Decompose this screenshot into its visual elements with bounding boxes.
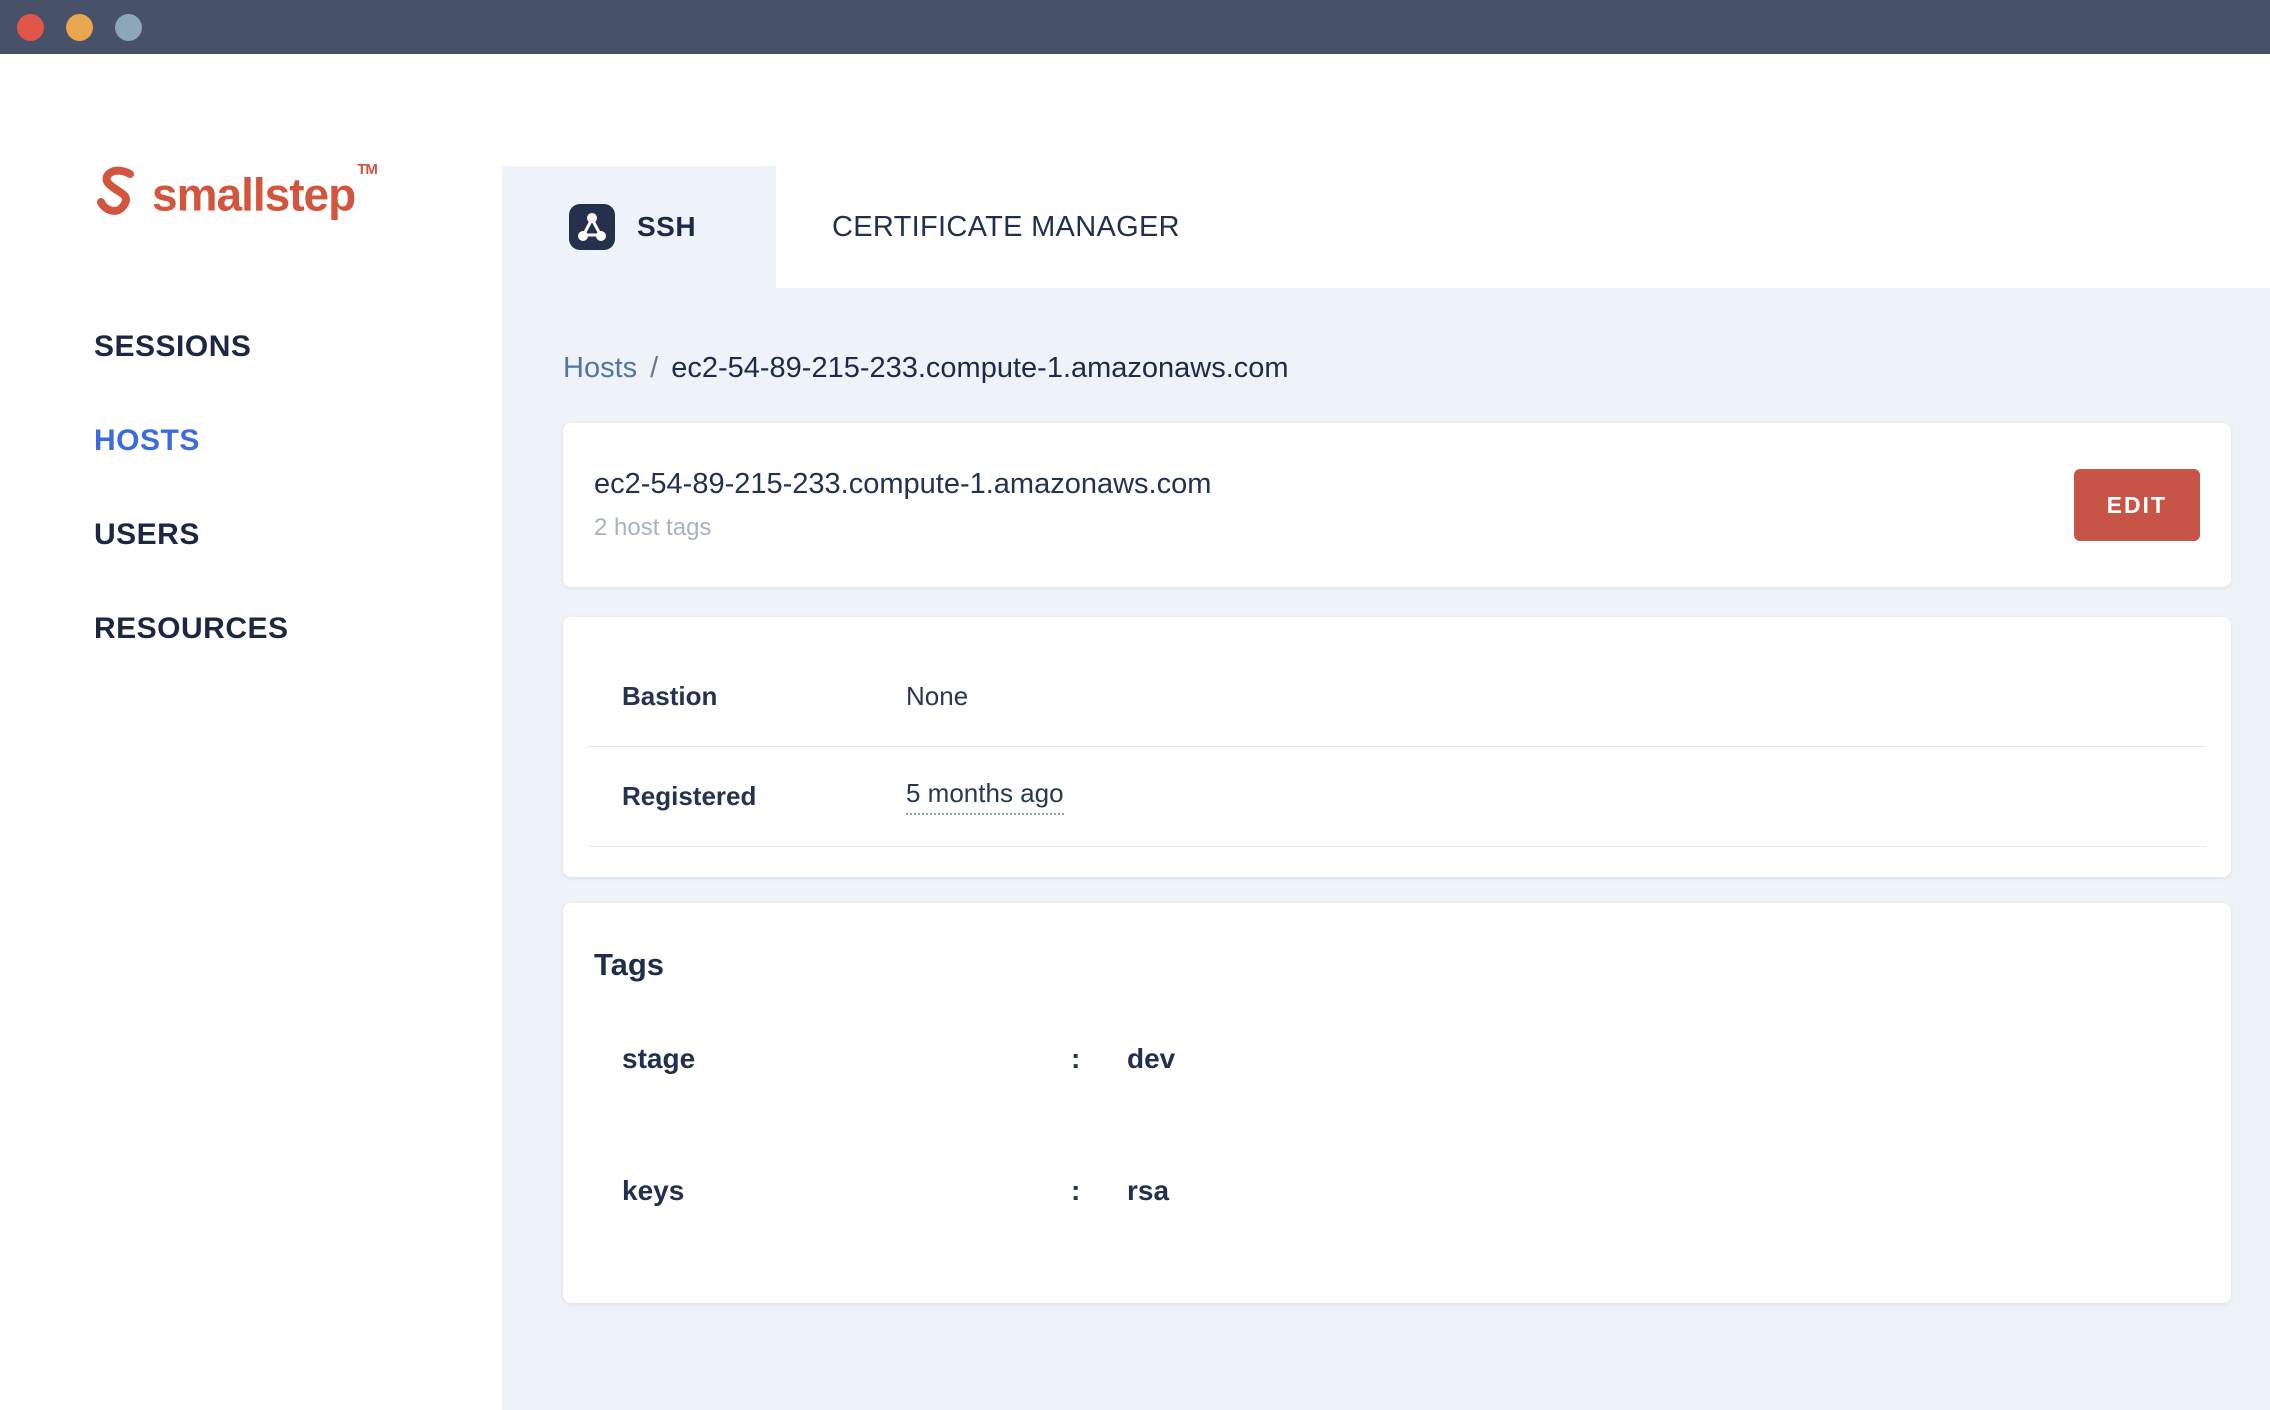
table-row-registered: Registered 5 months ago xyxy=(588,747,2206,847)
main-area: SSH CERTIFICATE MANAGER Hosts / ec2-54-89-… xyxy=(502,54,2270,1410)
tag-separator: : xyxy=(1071,1175,1127,1207)
detail-value-registered[interactable]: 5 months ago xyxy=(906,778,1064,815)
tab-ssh[interactable]: SSH xyxy=(502,166,776,288)
sidebar-item-hosts[interactable]: HOSTS xyxy=(0,394,502,488)
sidebar-item-resources[interactable]: RESOURCES xyxy=(0,582,502,676)
breadcrumb-current-host: ec2-54-89-215-233.compute-1.amazonaws.co… xyxy=(671,352,1288,384)
content-area: Hosts / ec2-54-89-215-233.compute-1.amazon… xyxy=(502,288,2270,1410)
breadcrumb-hosts-link[interactable]: Hosts xyxy=(563,352,637,384)
smallstep-logo-icon xyxy=(94,163,140,221)
detail-label-bastion: Bastion xyxy=(622,681,906,712)
product-tabbar: SSH CERTIFICATE MANAGER xyxy=(502,54,2270,288)
tag-row-stage: stage : dev xyxy=(594,1043,2200,1075)
minimize-window-button[interactable] xyxy=(66,14,93,41)
smallstep-logo: smallstepTM xyxy=(0,162,502,222)
tag-value: rsa xyxy=(1127,1175,1169,1207)
tab-ssh-label: SSH xyxy=(637,211,696,243)
sidebar: smallstepTM SESSIONS HOSTS USERS RESOURC… xyxy=(0,54,502,1410)
tag-value: dev xyxy=(1127,1043,1175,1075)
window-titlebar xyxy=(0,0,2270,54)
edit-button[interactable]: EDIT xyxy=(2074,469,2200,541)
tag-key: keys xyxy=(622,1175,1071,1207)
table-row-bastion: Bastion None xyxy=(588,647,2206,747)
host-details-card: Bastion None Registered 5 months ago xyxy=(563,617,2231,877)
tag-separator: : xyxy=(1071,1043,1127,1075)
tags-card: Tags stage : dev keys : rsa xyxy=(563,903,2231,1303)
breadcrumb: Hosts / ec2-54-89-215-233.compute-1.amazon… xyxy=(563,352,2231,385)
zoom-window-button[interactable] xyxy=(115,14,142,41)
host-info: ec2-54-89-215-233.compute-1.amazonaws.co… xyxy=(594,468,2074,542)
breadcrumb-separator: / xyxy=(650,352,658,384)
host-tags-count: 2 host tags xyxy=(594,514,2074,542)
brand-wordmark: smallstepTM xyxy=(152,162,375,222)
close-window-button[interactable] xyxy=(17,14,44,41)
sidebar-item-sessions[interactable]: SESSIONS xyxy=(0,300,502,394)
trademark-symbol: TM xyxy=(357,161,377,178)
ssh-product-icon xyxy=(569,204,615,250)
host-name: ec2-54-89-215-233.compute-1.amazonaws.co… xyxy=(594,468,2074,501)
app-frame: smallstepTM SESSIONS HOSTS USERS RESOURC… xyxy=(0,54,2270,1410)
host-summary-card: ec2-54-89-215-233.compute-1.amazonaws.co… xyxy=(563,423,2231,587)
tab-certificate-manager[interactable]: CERTIFICATE MANAGER xyxy=(776,166,1220,288)
tags-card-title: Tags xyxy=(594,947,2200,983)
sidebar-item-users[interactable]: USERS xyxy=(0,488,502,582)
detail-label-registered: Registered xyxy=(622,781,906,812)
sidebar-nav: SESSIONS HOSTS USERS RESOURCES xyxy=(0,300,502,676)
detail-value-bastion: None xyxy=(906,681,968,712)
tag-row-keys: keys : rsa xyxy=(594,1175,2200,1207)
brand-name: smallstep xyxy=(152,168,355,220)
tag-key: stage xyxy=(622,1043,1071,1075)
